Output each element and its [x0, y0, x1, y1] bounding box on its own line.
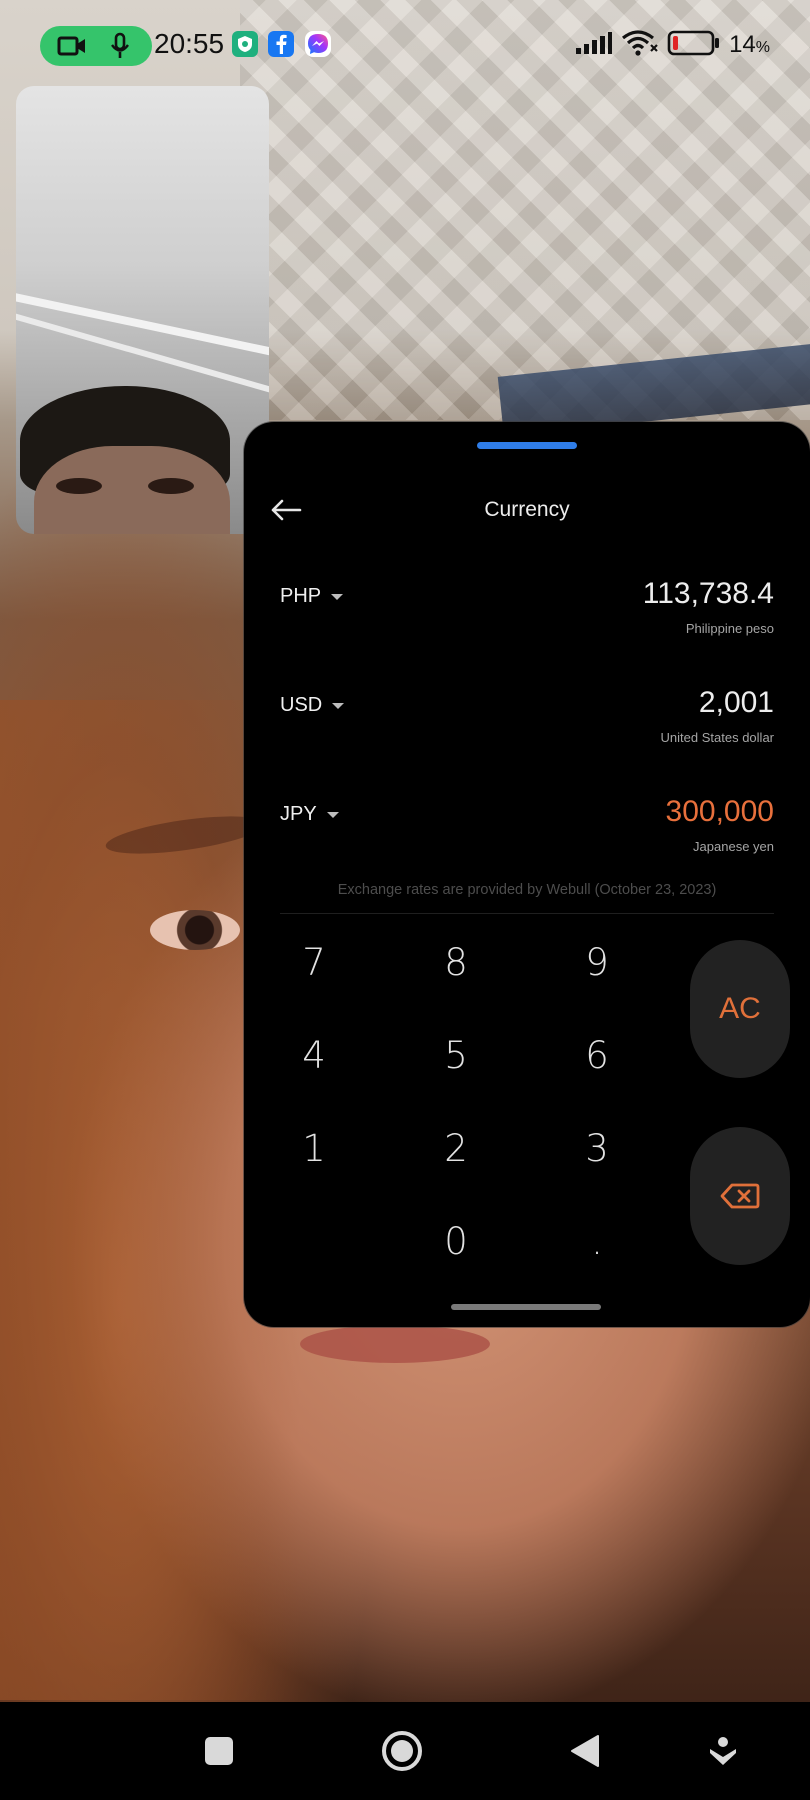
all-clear-label: AC: [719, 992, 761, 1025]
microphone-icon: [100, 26, 140, 66]
lips: [300, 1325, 490, 1363]
navigation-bar: [0, 1702, 810, 1800]
currency-row-usd[interactable]: USD 2,001 United States dollar: [244, 686, 810, 774]
status-time: 20:55: [154, 28, 225, 59]
currency-selector[interactable]: JPY: [280, 803, 339, 826]
currency-name: United States dollar: [660, 730, 774, 745]
assistant-icon: [710, 1737, 736, 1765]
ongoing-call-pill[interactable]: [40, 26, 152, 66]
self-view-pip[interactable]: [16, 86, 269, 534]
status-bar: 20:55 14%: [0, 0, 810, 90]
window-home-indicator[interactable]: [451, 1304, 601, 1310]
facebook-icon: [268, 31, 294, 57]
self-view-eye: [56, 478, 102, 494]
dropdown-caret-icon: [326, 811, 339, 818]
currency-code: PHP: [280, 585, 322, 607]
shield-app-icon: [232, 31, 258, 57]
key-5[interactable]: 5: [401, 1020, 511, 1090]
currency-value[interactable]: 113,738.4: [643, 577, 774, 611]
key-3[interactable]: 3: [542, 1113, 652, 1183]
key-8[interactable]: 8: [401, 927, 511, 997]
status-right-group: 14%: [575, 28, 770, 62]
currency-code: JPY: [280, 803, 317, 825]
key-1[interactable]: 1: [259, 1113, 369, 1183]
key-9[interactable]: 9: [542, 927, 652, 997]
exchange-rate-note: Exchange rates are provided by Webull (O…: [337, 882, 717, 898]
messenger-icon: [305, 31, 331, 57]
video-camera-icon: [50, 26, 94, 66]
currency-row-jpy[interactable]: JPY 300,000 Japanese yen: [244, 795, 810, 883]
key-decimal[interactable]: .: [542, 1206, 652, 1276]
currency-selector[interactable]: PHP: [280, 585, 344, 608]
backspace-button[interactable]: [690, 1127, 790, 1265]
key-6[interactable]: 6: [542, 1020, 652, 1090]
window-title: Currency: [484, 498, 570, 521]
wifi-icon: [621, 29, 659, 62]
key-7[interactable]: 7: [259, 927, 369, 997]
battery-icon: [667, 30, 721, 61]
key-4[interactable]: 4: [259, 1020, 369, 1090]
currency-converter-window: Currency PHP 113,738.4 Philippine peso U…: [244, 422, 810, 1327]
back-triangle-icon: [571, 1735, 599, 1767]
eye: [150, 910, 240, 950]
recents-button[interactable]: [184, 1702, 254, 1800]
home-button[interactable]: [367, 1702, 437, 1800]
home-circle-icon: [382, 1731, 422, 1771]
currency-name: Philippine peso: [685, 621, 774, 636]
self-view-eye: [148, 478, 194, 494]
back-nav-button[interactable]: [550, 1702, 620, 1800]
currency-code: USD: [280, 694, 323, 716]
currency-value[interactable]: 2,001: [699, 686, 774, 720]
all-clear-button[interactable]: AC: [690, 940, 790, 1078]
currency-row-php[interactable]: PHP 113,738.4 Philippine peso: [244, 577, 810, 665]
key-2[interactable]: 2: [401, 1113, 511, 1183]
key-0[interactable]: 0: [401, 1206, 511, 1276]
recents-square-icon: [205, 1737, 233, 1765]
dropdown-caret-icon: [331, 593, 344, 600]
window-drag-handle[interactable]: [477, 442, 577, 449]
battery-percentage: 14%: [729, 31, 770, 58]
assistant-button[interactable]: [688, 1702, 758, 1800]
backspace-icon: [720, 1183, 760, 1209]
signal-icon: [575, 31, 613, 60]
currency-selector[interactable]: USD: [280, 694, 345, 717]
keypad-divider: [280, 913, 774, 914]
currency-value-active[interactable]: 300,000: [666, 795, 774, 829]
currency-name: Japanese yen: [693, 839, 774, 854]
dropdown-caret-icon: [332, 702, 345, 709]
